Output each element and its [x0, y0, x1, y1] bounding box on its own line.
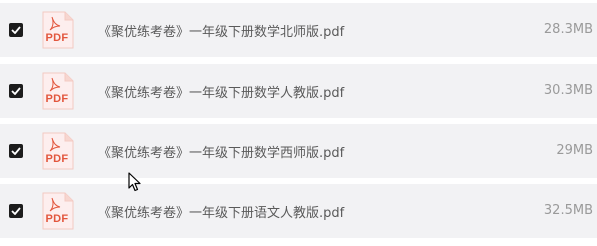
file-size: 28.3MB	[543, 22, 593, 37]
pdf-icon-label: PDF	[45, 213, 69, 225]
arrow-cursor-icon	[128, 172, 142, 196]
file-name: 《聚优练考卷》一年级下册数学北师版.pdf	[98, 25, 345, 40]
file-row[interactable]: PDF 《聚优练考卷》一年级下册语文人教版.pdf 32.5MB	[0, 184, 597, 238]
checkmark-icon	[11, 26, 21, 34]
checkmark-icon	[11, 147, 21, 155]
checkmark-icon	[11, 207, 21, 215]
file-name: 《聚优练考卷》一年级下册数学人教版.pdf	[98, 86, 345, 101]
file-size: 32.5MB	[543, 203, 593, 218]
pdf-icon: PDF	[42, 11, 74, 49]
pdf-icon: PDF	[42, 72, 74, 110]
checkbox-checked[interactable]	[9, 23, 23, 37]
checkbox-checked[interactable]	[9, 204, 23, 218]
checkbox-checked[interactable]	[9, 144, 23, 158]
pdf-icon: PDF	[42, 192, 74, 230]
pdf-icon-label: PDF	[45, 32, 69, 44]
checkmark-icon	[11, 87, 21, 95]
file-row[interactable]: PDF 《聚优练考卷》一年级下册数学北师版.pdf 28.3MB	[0, 3, 597, 57]
file-row[interactable]: PDF 《聚优练考卷》一年级下册数学西师版.pdf 29MB	[0, 124, 597, 178]
pdf-icon-label: PDF	[45, 153, 69, 165]
file-row[interactable]: PDF 《聚优练考卷》一年级下册数学人教版.pdf 30.3MB	[0, 64, 597, 118]
file-name: 《聚优练考卷》一年级下册语文人教版.pdf	[98, 206, 345, 221]
pdf-icon-label: PDF	[45, 93, 69, 105]
file-size: 30.3MB	[543, 83, 593, 98]
checkbox-checked[interactable]	[9, 84, 23, 98]
file-size: 29MB	[556, 143, 593, 158]
file-name: 《聚优练考卷》一年级下册数学西师版.pdf	[98, 146, 345, 161]
pdf-icon: PDF	[42, 132, 74, 170]
